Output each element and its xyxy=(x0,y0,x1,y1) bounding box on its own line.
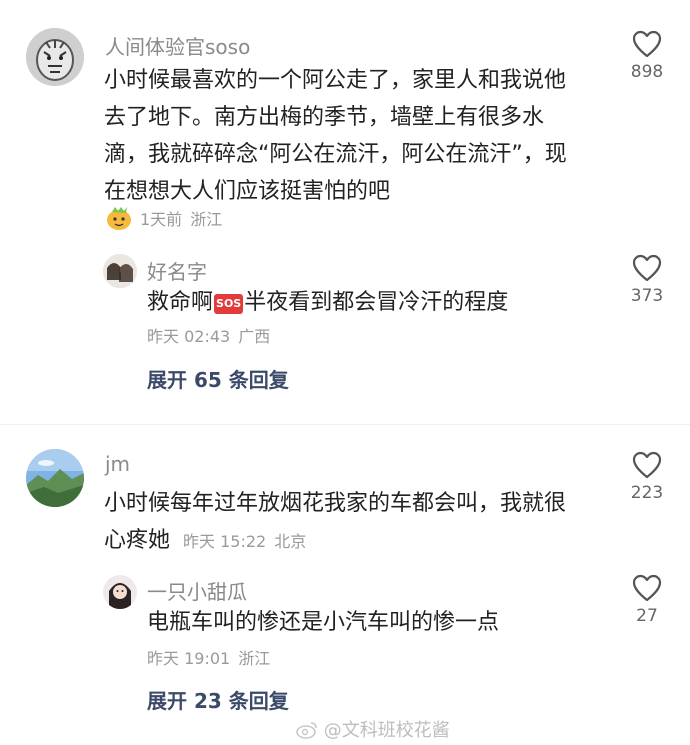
divider xyxy=(0,424,690,425)
reply-like-button[interactable]: 373 xyxy=(617,254,677,306)
tiger-avatar-icon xyxy=(26,28,84,86)
comment-meta: 1天前 浙江 xyxy=(104,206,222,230)
username[interactable]: jm xyxy=(105,452,130,476)
heart-icon xyxy=(632,574,662,602)
reply-time: 昨天 19:01 xyxy=(147,649,231,668)
reply-avatar[interactable] xyxy=(103,575,137,609)
emoji-badge-icon xyxy=(107,207,131,230)
comment-time: 昨天 15:22 xyxy=(183,532,267,551)
watermark-text: @文科班校花酱 xyxy=(323,720,450,741)
landscape-avatar-icon xyxy=(26,449,84,507)
reply-avatar[interactable] xyxy=(103,254,137,288)
comment-location: 浙江 xyxy=(190,210,223,229)
reply-like-count: 373 xyxy=(630,286,664,306)
heart-icon xyxy=(632,254,662,282)
reply-text: 救命啊 SOS 半夜看到都会冒冷汗的程度 xyxy=(147,284,587,321)
reply-location: 广西 xyxy=(238,327,271,346)
username[interactable]: 人间体验官soso xyxy=(105,31,250,60)
comment-text: 小时候最喜欢的一个阿公走了，家里人和我说他去了地下。南方出梅的季节，墙壁上有很多… xyxy=(104,68,567,204)
reply-meta: 昨天 02:43 广西 xyxy=(147,323,270,347)
reply-text: 电瓶车叫的惨还是小汽车叫的惨一点 xyxy=(147,610,500,635)
avatar[interactable] xyxy=(26,28,84,86)
weibo-logo-icon xyxy=(296,722,317,739)
avatar[interactable] xyxy=(26,449,84,507)
sos-emoji-icon: SOS xyxy=(214,294,244,314)
comment-time: 1天前 xyxy=(140,210,183,229)
comment-location: 北京 xyxy=(274,532,307,551)
like-button[interactable]: 223 xyxy=(617,451,677,503)
comment-text: 小时候每年过年放烟花我家的车都会叫，我就很心疼她 昨天 15:22 北京 xyxy=(104,485,584,560)
heart-icon xyxy=(632,451,662,479)
reply-like-button[interactable]: 27 xyxy=(617,574,677,626)
reply-time: 昨天 02:43 xyxy=(147,327,231,346)
comment-text-content: 小时候每年过年放烟花我家的车都会叫，我就很心疼她 xyxy=(104,491,567,553)
comment-meta: 昨天 15:22 北京 xyxy=(183,532,306,551)
watermark: @文科班校花酱 xyxy=(296,716,450,742)
expand-replies-button[interactable]: 展开 65 条回复 xyxy=(147,364,289,393)
like-count: 898 xyxy=(630,62,664,82)
reply-username[interactable]: 一只小甜瓜 xyxy=(147,576,247,605)
girl-avatar-icon xyxy=(103,575,137,609)
two-girls-avatar-icon xyxy=(103,254,137,288)
reply-location: 浙江 xyxy=(238,649,271,668)
heart-icon xyxy=(632,30,662,58)
reply-meta: 昨天 19:01 浙江 xyxy=(147,645,270,669)
reply-text-part: 半夜看到都会冒冷汗的程度 xyxy=(244,290,509,315)
reply-username[interactable]: 好名字 xyxy=(147,256,207,285)
like-count: 223 xyxy=(630,483,664,503)
reply-like-count: 27 xyxy=(636,606,658,626)
like-button[interactable]: 898 xyxy=(617,30,677,82)
expand-replies-button[interactable]: 展开 23 条回复 xyxy=(147,685,289,714)
reply-text-part: 救命啊 xyxy=(147,290,214,315)
